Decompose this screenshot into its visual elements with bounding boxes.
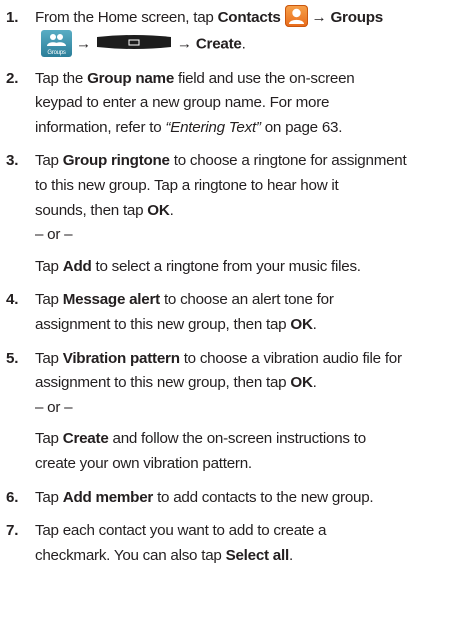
step-text: From the Home screen, tap Contacts → Gro… — [35, 4, 475, 58]
step-text-segment: Tap — [35, 291, 59, 309]
menu-key-icon — [95, 35, 173, 50]
step-text-segment: Tap — [35, 430, 59, 448]
or-separator: – or – — [35, 398, 73, 416]
step-text-segment: assignment to this new group, then tap — [35, 315, 287, 333]
step-text-segment: to choose a vibration audio file for — [183, 349, 402, 367]
step-number: 6. — [6, 488, 19, 506]
step-4: 4. Tap Message alert to choose an alert … — [0, 288, 475, 337]
contacts-icon — [284, 4, 308, 27]
ok-label: OK — [147, 201, 170, 219]
select-all-label: Select all — [225, 546, 290, 564]
step-text-segment: keypad to enter a new group name. For mo… — [35, 94, 330, 112]
step-text: Tap Message alert to choose an alert ton… — [35, 288, 475, 337]
period: . — [312, 374, 317, 392]
step-text: Tap each contact you want to add to crea… — [35, 519, 475, 568]
step-text-segment: to choose a ringtone for assignment — [173, 152, 407, 170]
ok-label: OK — [290, 374, 313, 392]
alternate-text: Tap Add to select a ringtone from your m… — [35, 255, 475, 280]
step-text-segment: From the Home screen, tap — [35, 9, 214, 26]
step-text-segment: and follow the on-screen instructions to — [112, 430, 367, 448]
alternate-text: Tap Create and follow the on-screen inst… — [35, 427, 475, 476]
cross-reference-link[interactable]: “Entering Text” — [165, 119, 261, 136]
or-separator: – or – — [35, 226, 73, 244]
step-text: Tap the Group name field and use the on-… — [35, 67, 475, 141]
step-number: 7. — [6, 522, 19, 540]
message-alert-label: Message alert — [62, 291, 160, 309]
step-text-segment: create your own vibration pattern. — [35, 454, 252, 472]
step-number: 1. — [6, 9, 19, 26]
step-text-segment: to select a ringtone from your music fil… — [95, 257, 362, 275]
groups-label: Groups — [330, 9, 383, 26]
step-text-segment: sounds, then tap — [35, 201, 144, 219]
step-text-segment: to this new group. Tap a ringtone to hea… — [35, 176, 339, 194]
step-text: Tap Add member to add contacts to the ne… — [35, 486, 475, 511]
vibration-pattern-label: Vibration pattern — [62, 349, 180, 367]
step-text-segment: Tap — [35, 152, 59, 170]
create-label: Create — [195, 35, 242, 53]
arrow-icon: → — [75, 35, 91, 53]
step-text-segment: Tap — [35, 488, 59, 506]
arrow-icon: → — [311, 9, 327, 26]
period: . — [241, 35, 246, 53]
step-text-segment: on page 63. — [264, 118, 343, 136]
step-number: 5. — [6, 349, 19, 367]
step-5: 5. Tap Vibration pattern to choose a vib… — [0, 347, 475, 477]
ok-label: OK — [290, 315, 313, 333]
add-label: Add — [62, 257, 92, 275]
step-text-segment: field and use the on-screen — [178, 69, 355, 87]
step-3: 3. Tap Group ringtone to choose a ringto… — [0, 149, 475, 279]
step-text-segment: to choose an alert tone for — [163, 291, 334, 309]
add-member-label: Add member — [62, 488, 154, 506]
step-text-segment: Tap — [35, 349, 59, 367]
step-text-segment: to add contacts to the new group. — [157, 488, 374, 506]
step-6: 6. Tap Add member to add contacts to the… — [0, 486, 475, 511]
step-text: Tap Group ringtone to choose a ringtone … — [35, 149, 475, 223]
create-label: Create — [62, 430, 109, 448]
step-text-segment: checkmark. You can also tap — [35, 546, 222, 564]
group-ringtone-label: Group ringtone — [62, 152, 170, 170]
step-number: 3. — [6, 152, 19, 170]
period: . — [312, 315, 317, 333]
step-text-segment: Tap each contact you want to add to crea… — [35, 522, 327, 540]
step-7: 7. Tap each contact you want to add to c… — [0, 519, 475, 568]
step-2: 2. Tap the Group name field and use the … — [0, 67, 475, 141]
contacts-label: Contacts — [217, 9, 281, 26]
groups-icon: Groups — [41, 29, 72, 57]
groups-icon-label: Groups — [47, 50, 65, 56]
manual-page: 1. From the Home screen, tap Contacts → … — [0, 0, 475, 620]
step-text: Tap Vibration pattern to choose a vibrat… — [35, 347, 475, 396]
step-1: 1. From the Home screen, tap Contacts → … — [0, 4, 475, 58]
step-text-segment: assignment to this new group, then tap — [35, 374, 287, 392]
group-name-label: Group name — [87, 69, 175, 87]
steps-list: 1. From the Home screen, tap Contacts → … — [0, 4, 475, 568]
period: . — [169, 201, 174, 219]
period: . — [288, 546, 293, 564]
arrow-icon: → — [176, 35, 192, 53]
step-text-segment: Tap — [35, 257, 59, 275]
step-number: 2. — [6, 69, 19, 87]
step-text-segment: Tap the — [35, 69, 84, 87]
step-number: 4. — [6, 291, 19, 309]
step-text-segment: information, refer to — [35, 118, 162, 136]
